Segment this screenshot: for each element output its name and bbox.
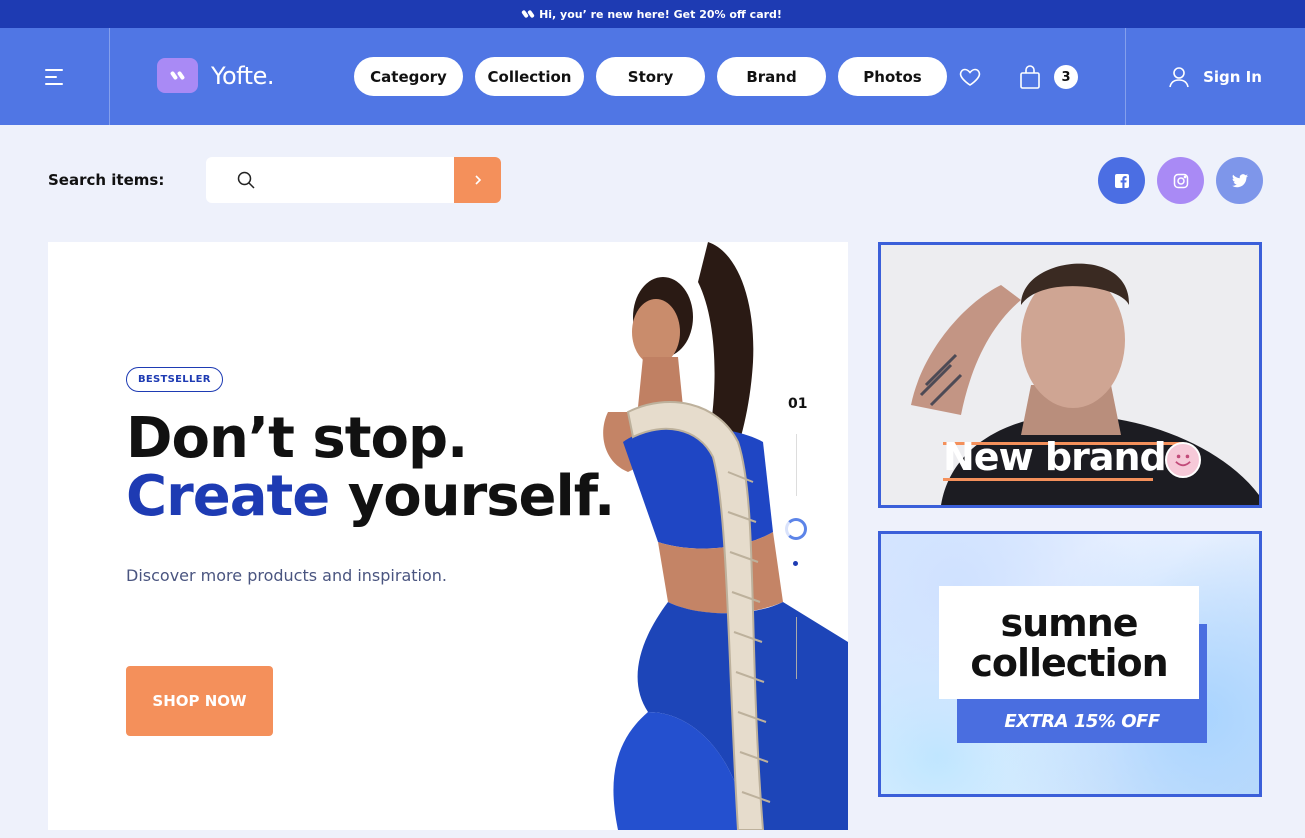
hero-subline: Discover more products and inspiration. [126,566,447,585]
nav-collection[interactable]: Collection [475,57,584,96]
slide-indicator-active[interactable] [785,518,807,540]
shopping-bag-icon[interactable] [1018,64,1042,90]
nav-story[interactable]: Story [596,57,705,96]
announcement-text: Hi, you’ re new here! Get 20% off card! [539,7,782,21]
search-input[interactable] [268,157,448,203]
facebook-icon [1114,173,1129,188]
headline-rest: yourself. [329,464,616,529]
twitter-button[interactable] [1216,157,1263,204]
heart-icon[interactable] [958,65,982,89]
hero-athlete-image [603,242,848,830]
instagram-icon [1173,173,1188,188]
slide-number: 01 [788,396,808,412]
slider-track-top [796,434,797,496]
bestseller-badge: BESTSELLER [126,367,223,392]
search-icon [237,171,255,189]
facebook-button[interactable] [1098,157,1145,204]
new-brand-promo[interactable]: New brand [878,242,1262,508]
summer-collection-promo[interactable]: sumne collection EXTRA 15% OFF [878,531,1262,797]
brand-name: Yofte. [211,61,275,90]
logo-mark-icon [157,58,198,93]
headline-line-2: Create yourself. [126,468,615,526]
twitter-icon [1231,173,1248,187]
hero-headline: Don’t stop. Create yourself. [126,406,615,526]
search-box [206,157,456,203]
cart-count-badge: 3 [1054,65,1078,89]
nav-category[interactable]: Category [354,57,463,96]
new-brand-title: New brand [943,435,1167,479]
menu-icon [44,68,65,85]
sign-in-label: Sign In [1203,67,1262,86]
collection-offer: EXTRA 15% OFF [957,699,1207,743]
new-brand-underline [943,478,1153,481]
collection-title-line-1: sumne [1000,600,1138,645]
nav-photos[interactable]: Photos [838,57,947,96]
chevron-right-icon [474,175,481,185]
collection-title-box: sumne collection [939,586,1199,699]
smiley-icon [1165,442,1201,478]
menu-button[interactable] [0,28,110,125]
logo-mini-icon [521,9,535,19]
search-label: Search items: [48,171,165,189]
main-nav: Category Collection Story Brand Photos [354,57,947,96]
brand-logo[interactable]: Yofte. [157,58,275,93]
site-header: Yofte. Category Collection Story Brand P… [0,28,1305,125]
hero-banner: BESTSELLER Don’t stop. Create yourself. … [48,242,848,830]
slider-track-bottom [796,617,797,679]
headline-line-1: Don’t stop. [126,406,468,471]
announcement-bar: Hi, you’ re new here! Get 20% off card! [0,0,1305,28]
headline-accent: Create [126,464,330,529]
nav-brand[interactable]: Brand [717,57,826,96]
slide-indicator-dot[interactable] [793,561,798,566]
user-icon [1169,66,1189,87]
search-submit-button[interactable] [454,157,501,203]
collection-title-line-2: collection [970,640,1168,685]
instagram-button[interactable] [1157,157,1204,204]
shop-now-button[interactable]: SHOP NOW [126,666,273,736]
sign-in-button[interactable]: Sign In [1125,28,1305,125]
